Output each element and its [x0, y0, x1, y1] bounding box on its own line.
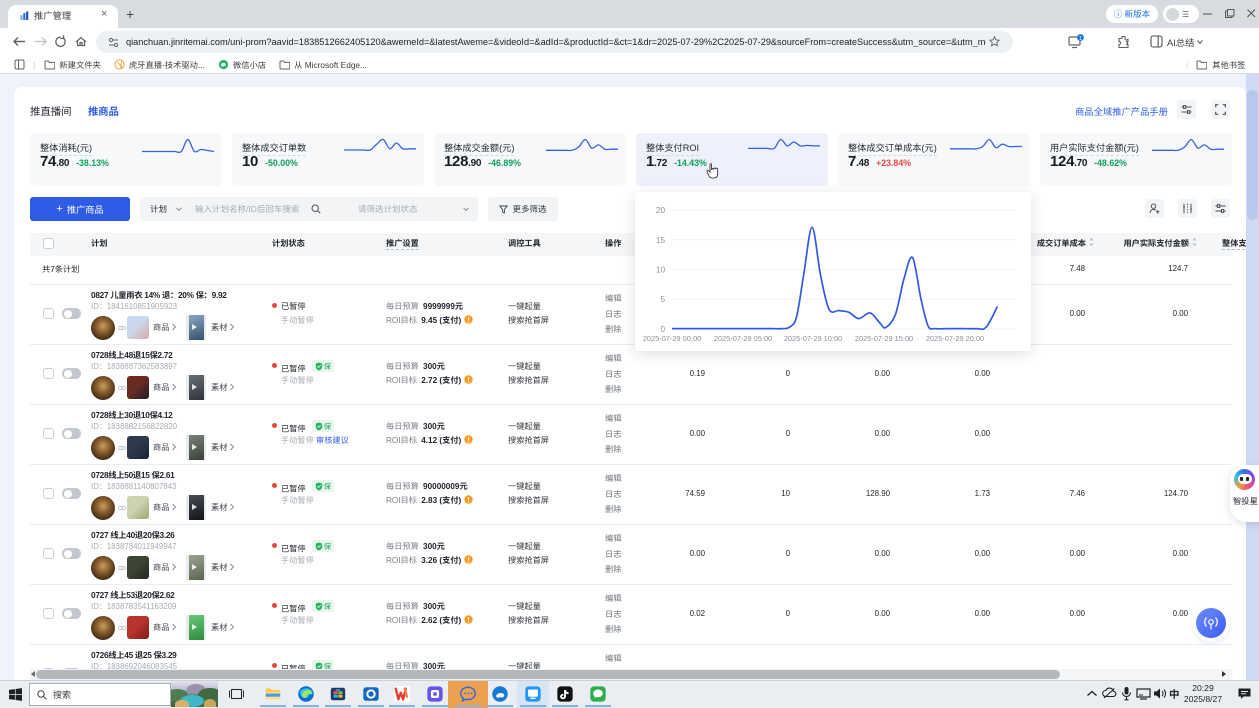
svg-text:20: 20	[656, 206, 666, 215]
svg-text:2025-07-29 20:00: 2025-07-29 20:00	[926, 334, 984, 343]
svg-text:10: 10	[656, 266, 666, 275]
svg-text:2025-07-29 15:00: 2025-07-29 15:00	[855, 334, 913, 343]
svg-text:2025-07-29 05:00: 2025-07-29 05:00	[714, 334, 772, 343]
svg-text:5: 5	[660, 295, 665, 304]
svg-text:0: 0	[660, 325, 665, 334]
svg-text:15: 15	[656, 236, 666, 245]
svg-text:2025-07-29 00:00: 2025-07-29 00:00	[643, 334, 701, 343]
svg-text:1: 1	[1079, 36, 1082, 42]
svg-text:2025-07-29 10:00: 2025-07-29 10:00	[784, 334, 842, 343]
